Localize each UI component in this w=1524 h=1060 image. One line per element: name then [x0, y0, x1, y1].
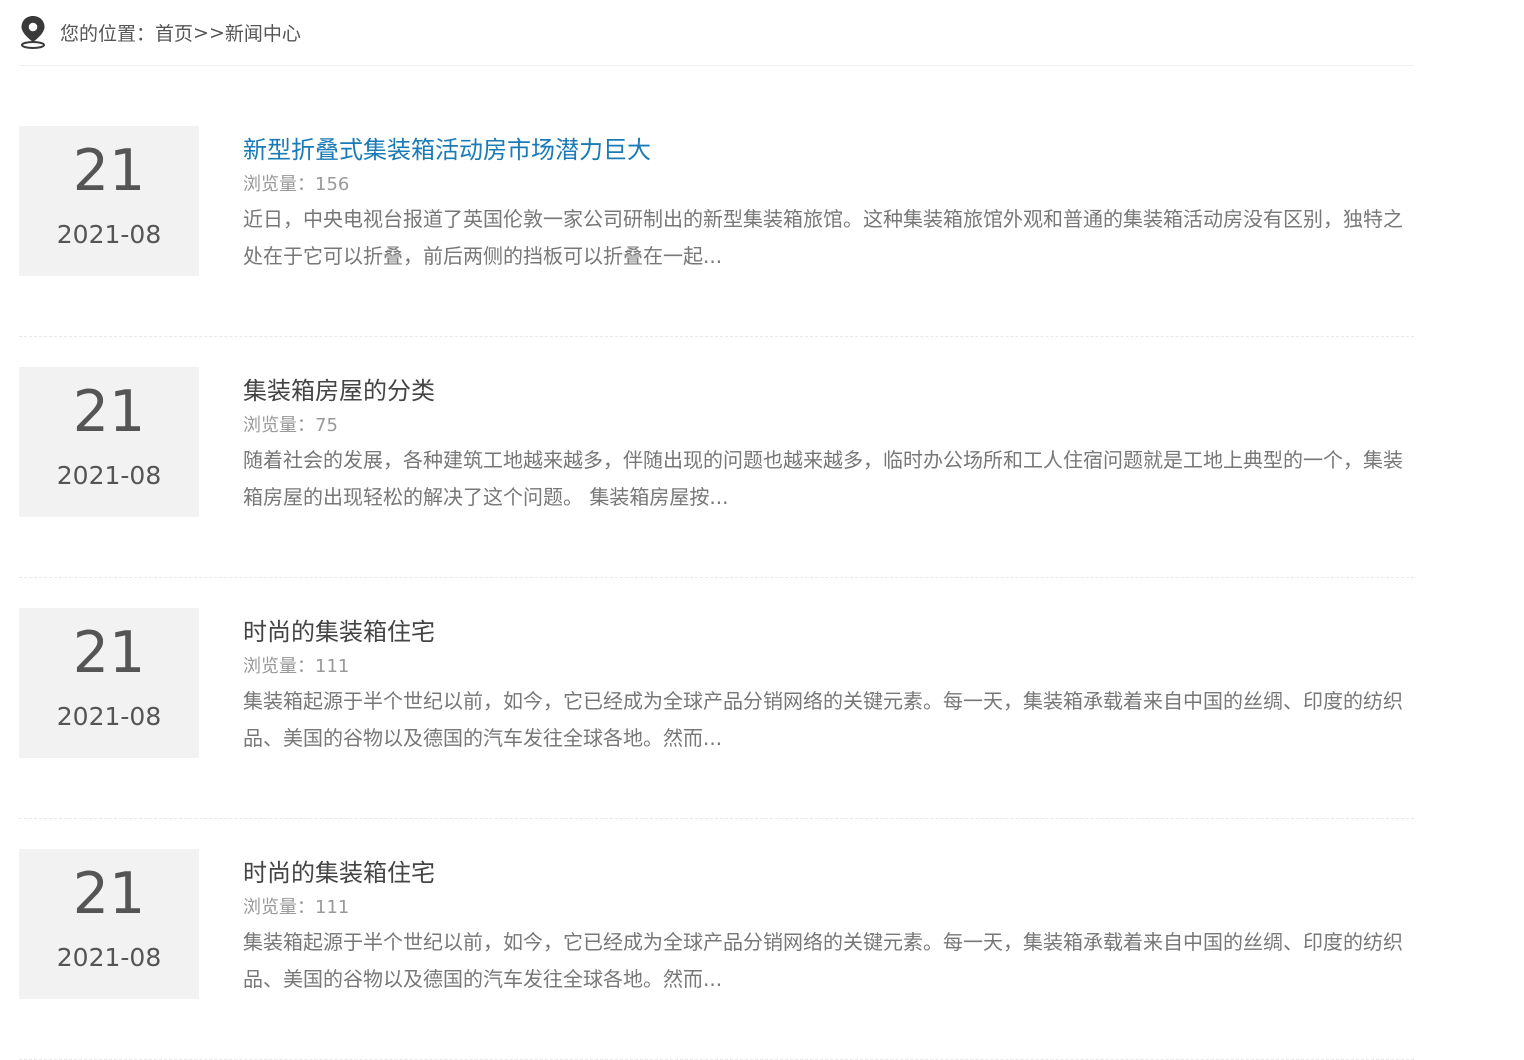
news-title-link[interactable]: 新型折叠式集装箱活动房市场潜力巨大 — [243, 132, 1415, 168]
date-box: 21 2021-08 — [19, 126, 199, 276]
date-year-month: 2021-08 — [56, 702, 162, 731]
news-info: 集装箱房屋的分类 浏览量： 75 随着社会的发展，各种建筑工地越来越多，伴随出现… — [243, 373, 1415, 516]
news-summary: 集装箱起源于半个世纪以前，如今，它已经成为全球产品分销网络的关键元素。每一天，集… — [243, 689, 1403, 750]
view-count-label: 浏览量： — [243, 897, 315, 918]
view-count-value: 156 — [315, 174, 350, 195]
breadcrumb: 您的位置： 首页 >> 新闻中心 — [19, 0, 1414, 66]
news-summary: 集装箱起源于半个世纪以前，如今，它已经成为全球产品分销网络的关键元素。每一天，集… — [243, 930, 1403, 991]
breadcrumb-home-link[interactable]: 首页 — [155, 19, 193, 46]
date-box: 21 2021-08 — [19, 367, 199, 517]
breadcrumb-label: 您的位置： — [60, 23, 156, 45]
date-year-month: 2021-08 — [56, 943, 162, 972]
view-count: 浏览量： 111 — [243, 654, 1415, 680]
date-day: 21 — [72, 138, 146, 204]
news-info: 时尚的集装箱住宅 浏览量： 111 集装箱起源于半个世纪以前，如今，它已经成为全… — [243, 855, 1415, 998]
news-summary: 近日，中央电视台报道了英国伦敦一家公司研制出的新型集装箱旅馆。这种集装箱旅馆外观… — [243, 207, 1403, 268]
news-item[interactable]: 21 2021-08 时尚的集装箱住宅 浏览量： 111 集装箱起源于半个世纪以… — [19, 608, 1414, 819]
view-count-label: 浏览量： — [243, 656, 315, 677]
breadcrumb-current-link[interactable]: 新闻中心 — [225, 19, 301, 46]
news-item[interactable]: 21 2021-08 时尚的集装箱住宅 浏览量： 111 集装箱起源于半个世纪以… — [19, 849, 1414, 1060]
date-day: 21 — [72, 620, 146, 686]
date-year-month: 2021-08 — [56, 461, 162, 490]
news-info: 时尚的集装箱住宅 浏览量： 111 集装箱起源于半个世纪以前，如今，它已经成为全… — [243, 614, 1415, 757]
view-count-value: 111 — [315, 897, 350, 918]
breadcrumb-separator: >> — [193, 21, 225, 44]
page-content: 您的位置： 首页 >> 新闻中心 21 2021-08 新型折叠式集装箱活动房市… — [19, 0, 1414, 1060]
date-year-month: 2021-08 — [56, 220, 162, 249]
date-day: 21 — [72, 379, 146, 445]
location-pin-icon — [21, 15, 45, 49]
news-item[interactable]: 21 2021-08 集装箱房屋的分类 浏览量： 75 随着社会的发展，各种建筑… — [19, 367, 1414, 578]
date-box: 21 2021-08 — [19, 849, 199, 999]
news-list: 21 2021-08 新型折叠式集装箱活动房市场潜力巨大 浏览量： 156 近日… — [19, 126, 1414, 1060]
view-count-label: 浏览量： — [243, 174, 315, 195]
news-info: 新型折叠式集装箱活动房市场潜力巨大 浏览量： 156 近日，中央电视台报道了英国… — [243, 132, 1415, 275]
view-count: 浏览量： 156 — [243, 172, 1415, 198]
view-count: 浏览量： 111 — [243, 895, 1415, 921]
view-count: 浏览量： 75 — [243, 413, 1415, 439]
view-count-value: 111 — [315, 656, 350, 677]
news-item[interactable]: 21 2021-08 新型折叠式集装箱活动房市场潜力巨大 浏览量： 156 近日… — [19, 126, 1414, 337]
view-count-value: 75 — [315, 415, 338, 436]
news-title-link[interactable]: 时尚的集装箱住宅 — [243, 855, 1415, 891]
news-title-link[interactable]: 时尚的集装箱住宅 — [243, 614, 1415, 650]
date-day: 21 — [72, 861, 146, 927]
view-count-label: 浏览量： — [243, 415, 315, 436]
news-title-link[interactable]: 集装箱房屋的分类 — [243, 373, 1415, 409]
date-box: 21 2021-08 — [19, 608, 199, 758]
news-summary: 随着社会的发展，各种建筑工地越来越多，伴随出现的问题也越来越多，临时办公场所和工… — [243, 448, 1403, 509]
